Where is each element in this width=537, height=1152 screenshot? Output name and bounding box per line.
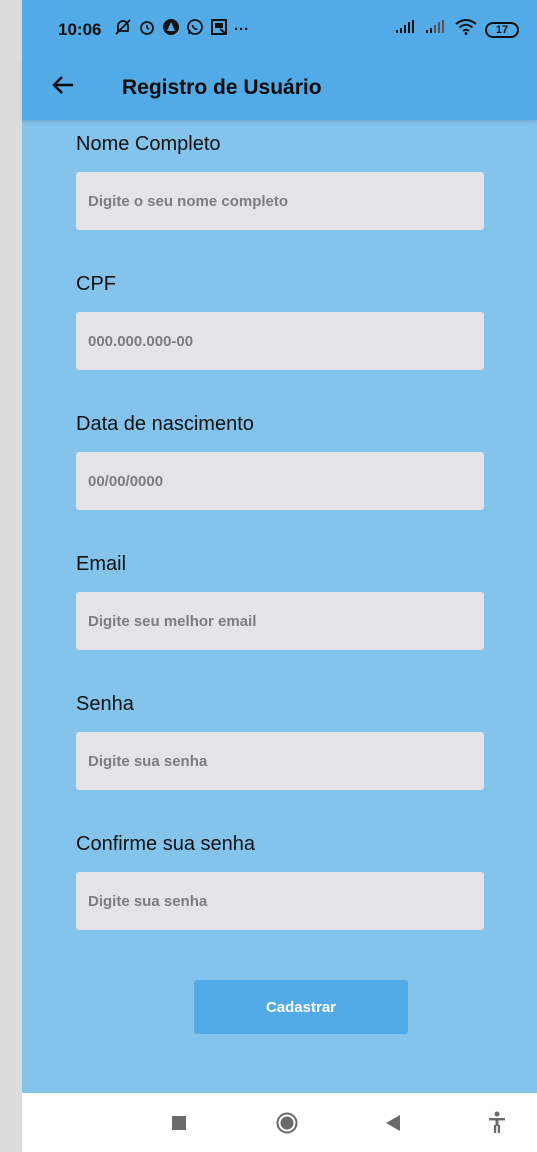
confirm-password-label: Confirme sua senha [76,833,255,855]
field-password: Senha [76,690,484,790]
more-notifications: ··· [234,20,249,38]
status-notification-icons: ··· [114,18,249,40]
alarm-off-icon [114,18,132,40]
cpf-input[interactable] [76,312,484,370]
full-name-input[interactable] [76,172,484,230]
arrow-left-icon [52,75,74,99]
left-margin-strip [0,0,22,1152]
signal-icon [395,20,417,39]
status-time: 10:06 [58,20,102,39]
app-bar: Registro de Usuário [22,56,537,120]
birth-date-input[interactable] [76,452,484,510]
field-email: Email [76,550,484,650]
picture-icon [210,18,228,40]
accessibility-icon[interactable] [488,1111,506,1138]
status-system-icons: 17 [395,19,519,40]
field-confirm-password: Confirme sua senha [76,830,484,930]
page-title: Registro de Usuário [122,76,322,99]
field-birth-date: Data de nascimento [76,410,484,510]
confirm-password-input[interactable] [76,872,484,930]
alarm-clock-icon [138,18,156,40]
recents-icon[interactable] [172,1116,186,1135]
full-name-label: Nome Completo [76,133,221,155]
email-label: Email [76,553,127,575]
app-notification-icon [162,18,180,40]
system-nav-bar [22,1093,537,1152]
battery-icon: 17 [485,21,519,38]
wifi-icon [455,19,477,40]
field-cpf: CPF [76,270,484,370]
field-full-name: Nome Completo [76,130,484,230]
whatsapp-icon [186,18,204,40]
cpf-label: CPF [76,273,116,295]
back-icon[interactable] [386,1115,400,1136]
birth-date-label: Data de nascimento [76,413,254,435]
password-input[interactable] [76,732,484,790]
back-button[interactable] [48,72,78,102]
status-bar: 10:06 ··· 17 [22,0,537,56]
phone-screen: 10:06 ··· 17 Registro de Usuário Nome Co… [22,0,537,1152]
email-input[interactable] [76,592,484,650]
home-icon[interactable] [276,1112,298,1139]
signal-weak-icon [425,20,447,39]
password-label: Senha [76,693,134,715]
submit-button[interactable]: Cadastrar [194,980,408,1034]
